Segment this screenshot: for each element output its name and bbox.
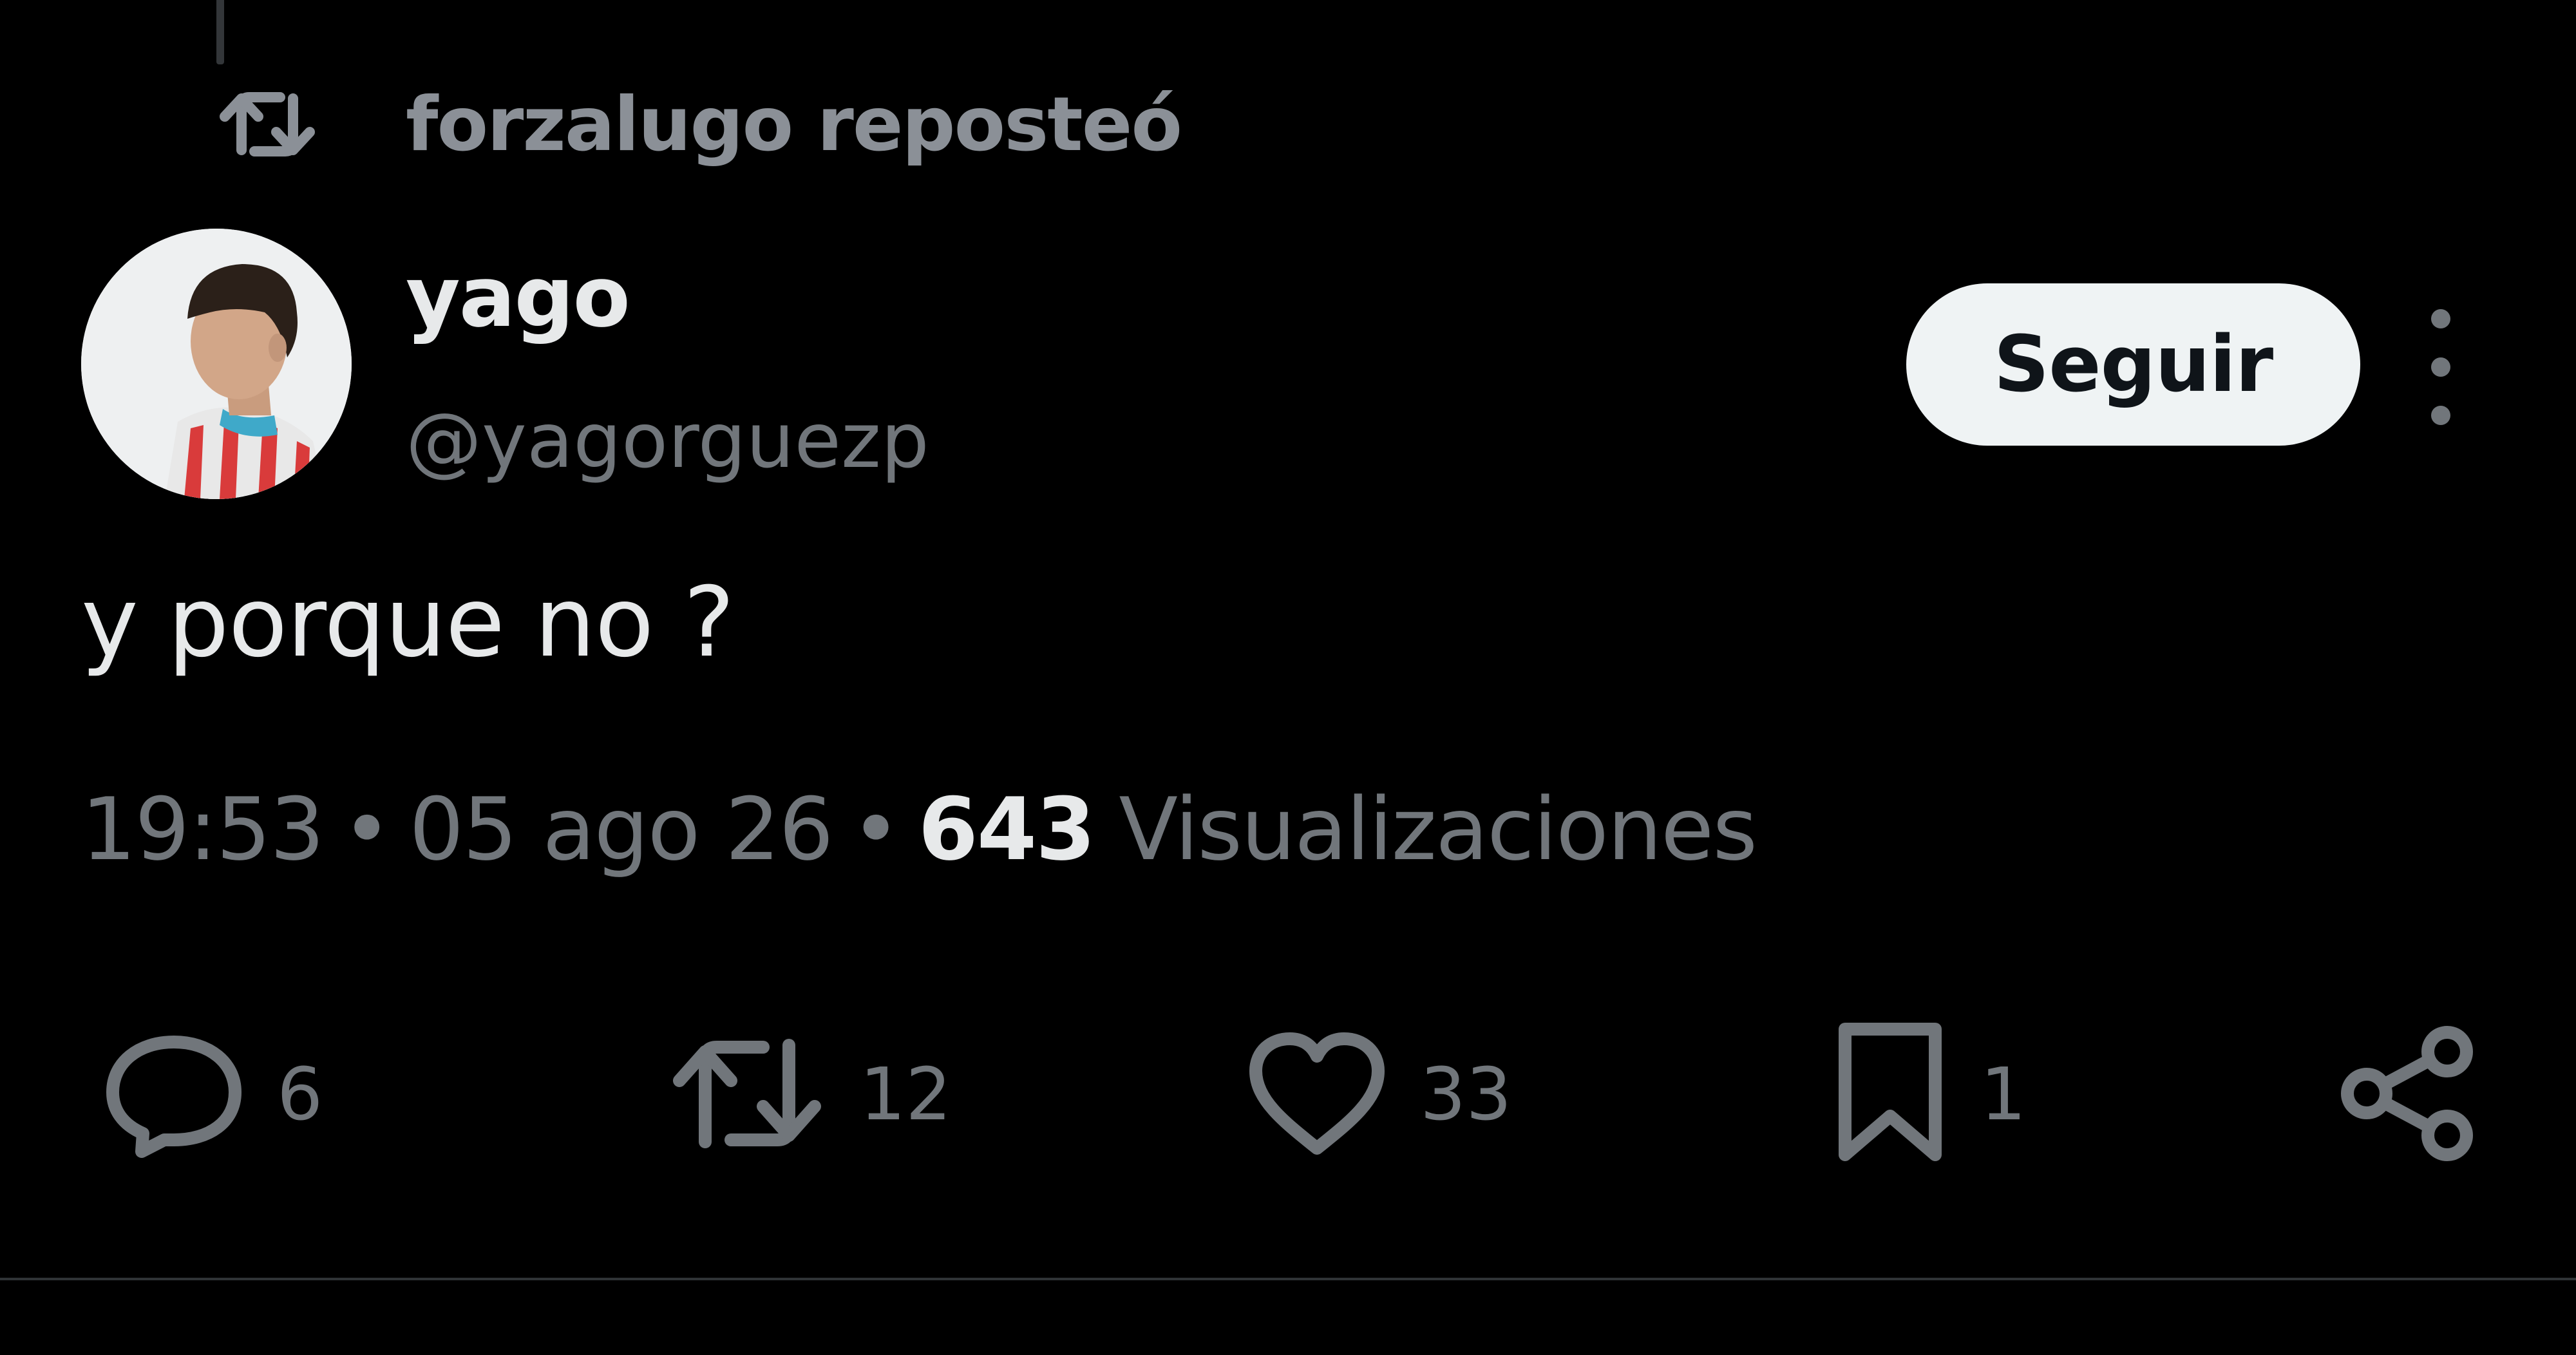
like-button[interactable]: 33: [1246, 1011, 1512, 1179]
repost-context[interactable]: forzalugo reposteó: [216, 76, 1182, 173]
repost-label: forzalugo reposteó: [406, 81, 1182, 168]
thread-connector-line: [216, 0, 224, 64]
meta-separator: •: [341, 779, 392, 880]
more-options-icon[interactable]: [2409, 309, 2473, 425]
views-label[interactable]: Visualizaciones: [1119, 779, 1757, 880]
reply-button[interactable]: 6: [103, 1011, 323, 1179]
reply-count: 6: [277, 1053, 323, 1137]
tweet-date[interactable]: 05 ago 26: [409, 779, 833, 880]
share-icon: [2338, 1023, 2479, 1167]
follow-button[interactable]: Seguir: [1906, 283, 2360, 446]
meta-separator: •: [850, 779, 902, 880]
action-bar: 6 12 33 1: [0, 1011, 2576, 1179]
heart-icon: [1246, 1029, 1388, 1161]
author-name[interactable]: yago: [406, 248, 630, 346]
bookmark-count: 1: [1980, 1053, 2027, 1137]
bookmark-button[interactable]: 1: [1832, 1011, 2026, 1179]
tweet-text: y porque no ?: [81, 567, 735, 679]
bookmark-icon: [1832, 1019, 1948, 1170]
reply-icon: [103, 1029, 245, 1161]
tweet-time[interactable]: 19:53: [81, 779, 325, 880]
tweet-metadata: 19:53 • 05 ago 26 • 643 Visualizaciones: [81, 779, 1757, 880]
avatar[interactable]: [81, 229, 352, 499]
tweet-divider: [0, 1278, 2576, 1280]
more-dot: [2431, 406, 2450, 425]
author-handle[interactable]: @yagorguezp: [406, 396, 929, 485]
retweet-icon: [216, 82, 319, 166]
views-count[interactable]: 643: [918, 779, 1096, 880]
retweet-count: 12: [860, 1053, 952, 1137]
like-count: 33: [1420, 1053, 1512, 1137]
more-dot: [2431, 309, 2450, 328]
retweet-button[interactable]: 12: [667, 1011, 952, 1179]
retweet-icon: [667, 1029, 828, 1161]
more-dot: [2431, 357, 2450, 377]
share-button[interactable]: [2338, 1011, 2479, 1179]
